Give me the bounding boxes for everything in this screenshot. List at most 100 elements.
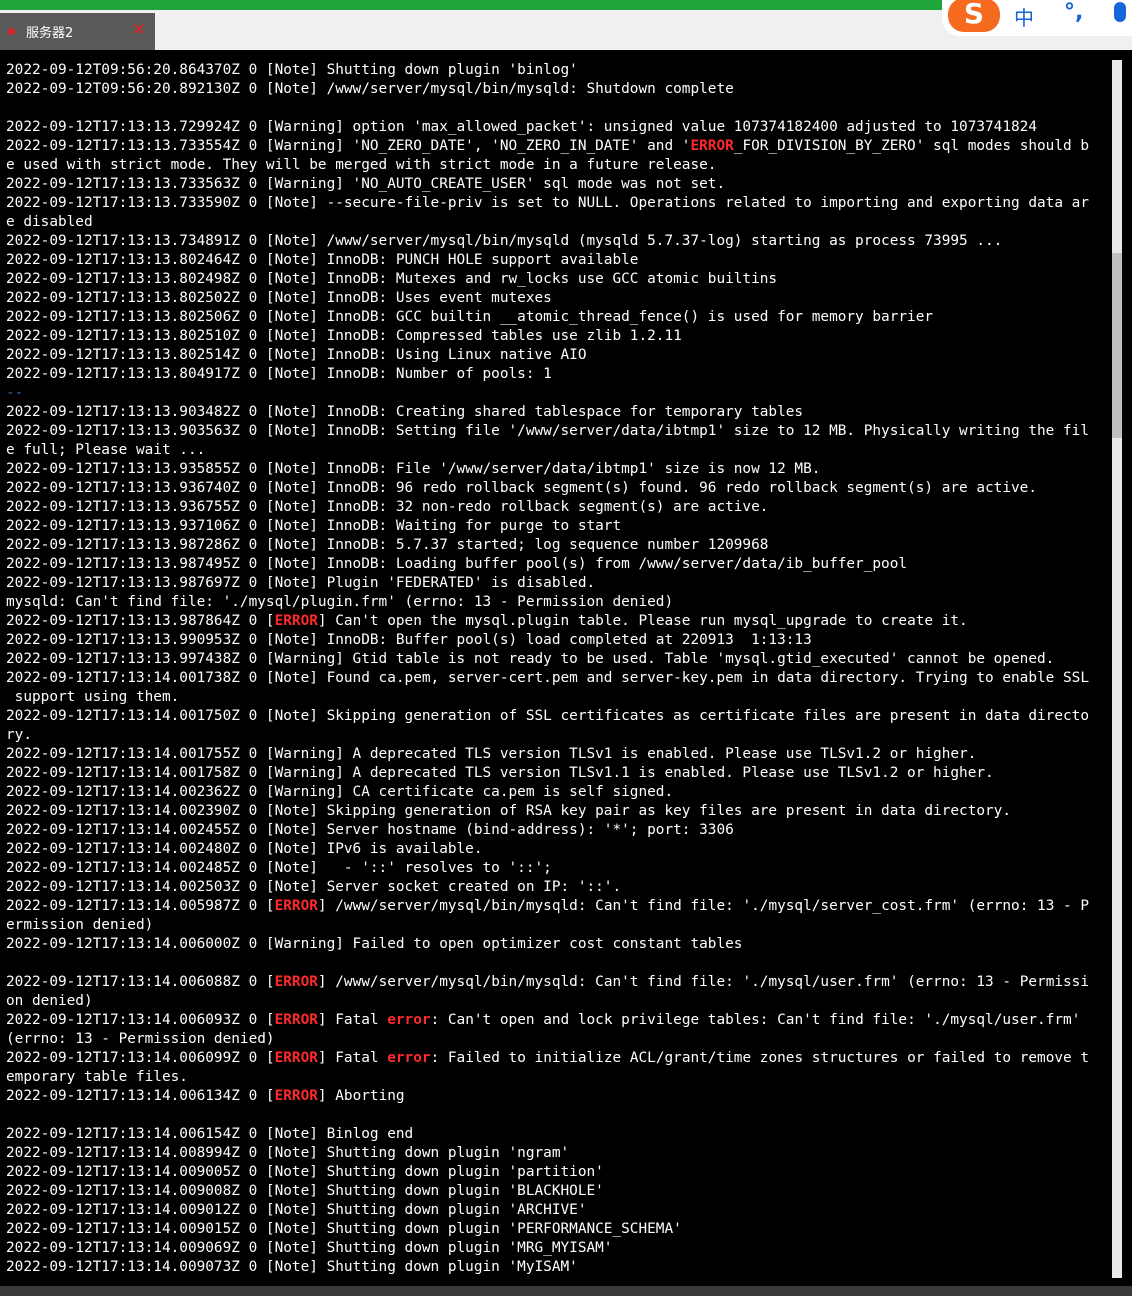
log-text-segment: 2022-09-12T17:13:14.002503Z 0 [Note] Ser… xyxy=(6,879,622,895)
log-text-segment: 2022-09-12T17:13:13.903482Z 0 [Note] Inn… xyxy=(6,404,804,420)
log-text-segment: e disabled xyxy=(6,214,93,230)
vertical-scrollbar[interactable] xyxy=(1112,60,1122,1278)
log-text-segment: 2022-09-12T17:13:13.733554Z 0 [Warning] … xyxy=(6,138,691,154)
log-line: 2022-09-12T17:13:13.987495Z 0 [Note] Inn… xyxy=(6,555,1108,574)
log-text-segment: : Can't open and lock privilege tables: … xyxy=(430,1012,1081,1028)
log-line: 2022-09-12T17:13:13.937106Z 0 [Note] Inn… xyxy=(6,517,1108,536)
log-text-segment: 2022-09-12T17:13:13.802502Z 0 [Note] Inn… xyxy=(6,290,552,306)
log-text-segment: 2022-09-12T17:13:13.733563Z 0 [Warning] … xyxy=(6,176,726,192)
log-text-segment: 2022-09-12T17:13:13.802506Z 0 [Note] Inn… xyxy=(6,309,934,325)
log-text-segment: ] Can't open the mysql.plugin table. Ple… xyxy=(317,613,968,629)
log-text-segment: 2022-09-12T17:13:13.734891Z 0 [Note] /ww… xyxy=(6,233,1003,249)
error-keyword: ERROR xyxy=(274,1050,318,1066)
log-text-segment: 2022-09-12T17:13:14.006093Z 0 [ xyxy=(6,1012,275,1028)
log-line: 2022-09-12T17:13:13.804917Z 0 [Note] Inn… xyxy=(6,365,1108,384)
status-dot-icon xyxy=(8,28,15,35)
log-line: 2022-09-12T17:13:14.009012Z 0 [Note] Shu… xyxy=(6,1201,1108,1220)
log-text-segment: 2022-09-12T17:13:13.987864Z 0 [ xyxy=(6,613,275,629)
log-line: 2022-09-12T17:13:14.001755Z 0 [Warning] … xyxy=(6,745,1108,764)
log-text: 2022-09-12T09:56:20.864370Z 0 [Note] Shu… xyxy=(6,61,1108,1277)
log-text-segment: 2022-09-12T17:13:14.009015Z 0 [Note] Shu… xyxy=(6,1221,682,1237)
log-line: 2022-09-12T17:13:14.001750Z 0 [Note] Ski… xyxy=(6,707,1108,726)
log-text-segment: 2022-09-12T17:13:13.990953Z 0 [Note] Inn… xyxy=(6,632,812,648)
log-line: 2022-09-12T17:13:13.987286Z 0 [Note] Inn… xyxy=(6,536,1108,555)
log-text-segment: 2022-09-12T09:56:20.864370Z 0 [Note] Shu… xyxy=(6,62,578,78)
log-text-segment: 2022-09-12T17:13:13.936740Z 0 [Note] Inn… xyxy=(6,480,1038,496)
tab-server2[interactable]: 服务器2 ✕ xyxy=(0,13,155,50)
log-text-segment: 2022-09-12T17:13:14.002455Z 0 [Note] Ser… xyxy=(6,822,734,838)
log-line: 2022-09-12T17:13:13.936740Z 0 [Note] Inn… xyxy=(6,479,1108,498)
log-text-segment: ermission denied) xyxy=(6,917,154,933)
log-line: 2022-09-12T17:13:14.008994Z 0 [Note] Shu… xyxy=(6,1144,1108,1163)
log-text-segment: 2022-09-12T17:13:14.002480Z 0 [Note] IPv… xyxy=(6,841,483,857)
log-text-segment: 2022-09-12T17:13:13.987286Z 0 [Note] Inn… xyxy=(6,537,769,553)
log-text-segment: ] Aborting xyxy=(317,1088,405,1104)
error-keyword: error xyxy=(387,1050,431,1066)
terminal-output[interactable]: 2022-09-12T09:56:20.864370Z 0 [Note] Shu… xyxy=(0,50,1132,1296)
log-text-segment: mysqld: Can't find file: './mysql/plugin… xyxy=(6,594,674,610)
log-text-segment: 2022-09-12T17:13:13.733590Z 0 [Note] --s… xyxy=(6,195,1089,211)
log-text-segment: 2022-09-12T17:13:13.802514Z 0 [Note] Inn… xyxy=(6,347,587,363)
log-line: 2022-09-12T17:13:13.903482Z 0 [Note] Inn… xyxy=(6,403,1108,422)
microphone-icon[interactable] xyxy=(1114,2,1126,22)
error-keyword: error xyxy=(387,1012,431,1028)
log-line: mysqld: Can't find file: './mysql/plugin… xyxy=(6,593,1108,612)
log-text-segment: : Failed to initialize ACL/grant/time zo… xyxy=(430,1050,1090,1066)
log-line: 2022-09-12T17:13:13.935855Z 0 [Note] Inn… xyxy=(6,460,1108,479)
log-line: ry. xyxy=(6,726,1108,745)
log-line: 2022-09-12T17:13:14.009008Z 0 [Note] Shu… xyxy=(6,1182,1108,1201)
log-text-segment: 2022-09-12T17:13:14.005987Z 0 [ xyxy=(6,898,275,914)
log-line: 2022-09-12T17:13:14.009073Z 0 [Note] Shu… xyxy=(6,1258,1108,1277)
log-text-segment: emporary table files. xyxy=(6,1069,188,1085)
error-keyword: ERROR xyxy=(274,1012,318,1028)
log-text-segment: 2022-09-12T17:13:13.729924Z 0 [Warning] … xyxy=(6,119,1038,135)
log-text-segment: 2022-09-12T09:56:20.892130Z 0 [Note] /ww… xyxy=(6,81,734,97)
log-text-segment: on denied) xyxy=(6,993,93,1009)
log-line: 2022-09-12T17:13:13.729924Z 0 [Warning] … xyxy=(6,118,1108,137)
log-text-segment: 2022-09-12T17:13:14.002362Z 0 [Warning] … xyxy=(6,784,674,800)
log-line: 2022-09-12T17:13:13.936755Z 0 [Note] Inn… xyxy=(6,498,1108,517)
log-line: on denied) xyxy=(6,992,1108,1011)
log-text-segment: ] Fatal xyxy=(317,1050,388,1066)
log-text-segment: _FOR_DIVISION_BY_ZERO' sql modes should … xyxy=(733,138,1090,154)
log-line: 2022-09-12T17:13:14.006000Z 0 [Warning] … xyxy=(6,935,1108,954)
log-text-segment: 2022-09-12T17:13:14.001750Z 0 [Note] Ski… xyxy=(6,708,1089,724)
log-text-segment: 2022-09-12T17:13:14.009008Z 0 [Note] Shu… xyxy=(6,1183,604,1199)
log-line: e full; Please wait ... xyxy=(6,441,1108,460)
log-text-segment: 2022-09-12T17:13:13.987495Z 0 [Note] Inn… xyxy=(6,556,908,572)
log-line: 2022-09-12T17:13:13.802506Z 0 [Note] Inn… xyxy=(6,308,1108,327)
log-text-segment: 2022-09-12T17:13:13.802464Z 0 [Note] Inn… xyxy=(6,252,639,268)
error-keyword: ERROR xyxy=(274,613,318,629)
log-text-segment: 2022-09-12T17:13:13.936755Z 0 [Note] Inn… xyxy=(6,499,769,515)
log-line: 2022-09-12T17:13:13.903563Z 0 [Note] Inn… xyxy=(6,422,1108,441)
log-text-segment: 2022-09-12T17:13:13.937106Z 0 [Note] Inn… xyxy=(6,518,622,534)
log-text-segment: 2022-09-12T17:13:14.008994Z 0 [Note] Shu… xyxy=(6,1145,570,1161)
log-line: 2022-09-12T17:13:13.733563Z 0 [Warning] … xyxy=(6,175,1108,194)
sogou-logo-icon[interactable]: S xyxy=(948,0,1000,32)
log-line: 2022-09-12T17:13:13.802464Z 0 [Note] Inn… xyxy=(6,251,1108,270)
log-line: 2022-09-12T17:13:13.997438Z 0 [Warning] … xyxy=(6,650,1108,669)
log-line: 2022-09-12T17:13:13.802510Z 0 [Note] Inn… xyxy=(6,327,1108,346)
log-line: 2022-09-12T17:13:13.802498Z 0 [Note] Inn… xyxy=(6,270,1108,289)
log-line: 2022-09-12T17:13:14.002362Z 0 [Warning] … xyxy=(6,783,1108,802)
log-line: 2022-09-12T17:13:14.006099Z 0 [ERROR] Fa… xyxy=(6,1049,1108,1068)
log-line: 2022-09-12T17:13:13.987864Z 0 [ERROR] Ca… xyxy=(6,612,1108,631)
log-text-segment: 2022-09-12T17:13:14.002390Z 0 [Note] Ski… xyxy=(6,803,1012,819)
log-text-segment: 2022-09-12T17:13:13.802498Z 0 [Note] Inn… xyxy=(6,271,778,287)
log-text-segment: 2022-09-12T17:13:14.006154Z 0 [Note] Bin… xyxy=(6,1126,414,1142)
tab-label: 服务器2 xyxy=(26,26,74,41)
ime-punctuation-toggle[interactable]: °, xyxy=(1064,0,1083,25)
log-line: 2022-09-12T17:13:14.005987Z 0 [ERROR] /w… xyxy=(6,897,1108,916)
log-text-segment: ] /www/server/mysql/bin/mysqld: Can't fi… xyxy=(317,974,1090,990)
error-keyword: ERROR xyxy=(274,898,318,914)
log-text-segment: 2022-09-12T17:13:14.006088Z 0 [ xyxy=(6,974,275,990)
log-text-segment: e used with strict mode. They will be me… xyxy=(6,157,717,173)
scrollbar-thumb[interactable] xyxy=(1112,253,1122,438)
close-icon[interactable]: ✕ xyxy=(128,16,150,44)
ime-language-toggle[interactable]: 中 xyxy=(1014,2,1034,31)
log-text-segment: (errno: 13 - Permission denied) xyxy=(6,1031,275,1047)
log-text-segment: 2022-09-12T17:13:13.987697Z 0 [Note] Plu… xyxy=(6,575,596,591)
log-text-segment: 2022-09-12T17:13:13.804917Z 0 [Note] Inn… xyxy=(6,366,552,382)
